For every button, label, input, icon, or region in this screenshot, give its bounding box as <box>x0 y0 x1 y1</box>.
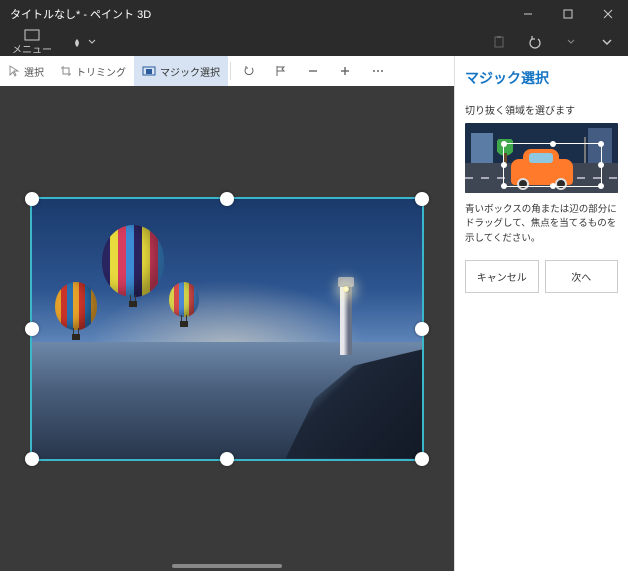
menu-label: メニュー <box>12 41 52 56</box>
close-button[interactable] <box>588 0 628 28</box>
chevron-down-large-icon <box>600 35 614 49</box>
left-column: 選択 トリミング マジック選択 <box>0 56 454 571</box>
crop-tool[interactable]: トリミング <box>52 56 134 86</box>
expand-button[interactable] <box>592 28 622 56</box>
bottom-scrollbar[interactable] <box>172 564 282 568</box>
clipboard-icon <box>492 35 506 49</box>
paste-button[interactable] <box>484 28 514 56</box>
cancel-button[interactable]: キャンセル <box>465 260 539 293</box>
chevron-down-icon <box>88 38 96 46</box>
rotate-button[interactable] <box>233 56 265 86</box>
rotate-icon <box>243 65 255 77</box>
next-button[interactable]: 次へ <box>545 260 619 293</box>
content-area: 選択 トリミング マジック選択 <box>0 56 628 571</box>
resize-handle-w[interactable] <box>25 322 39 336</box>
crop-icon <box>60 65 72 77</box>
window-title: タイトルなし* - ペイント 3D <box>0 6 508 22</box>
flip-button[interactable] <box>265 56 297 86</box>
side-panel: マジック選択 切り抜く領域を選びます 青いボックスの角または辺の部分にドラッグし… <box>454 56 628 571</box>
zoom-in-button[interactable] <box>329 56 361 86</box>
panel-description: 青いボックスの角または辺の部分にドラッグして、焦点を当てるものを示してください。 <box>465 203 618 246</box>
menu-icon <box>24 29 40 41</box>
zoom-out-button[interactable] <box>297 56 329 86</box>
resize-handle-sw[interactable] <box>25 452 39 466</box>
minus-icon <box>307 65 319 77</box>
plus-icon <box>339 65 351 77</box>
magic-select-label: マジック選択 <box>160 64 220 79</box>
resize-handle-se[interactable] <box>415 452 429 466</box>
select-tool[interactable]: 選択 <box>0 56 52 86</box>
resize-handle-s[interactable] <box>220 452 234 466</box>
secondary-toolbar: 選択 トリミング マジック選択 <box>0 56 454 86</box>
brush-menu[interactable] <box>64 35 102 49</box>
titlebar: タイトルなし* - ペイント 3D <box>0 0 628 28</box>
resize-handle-nw[interactable] <box>25 192 39 206</box>
panel-subtitle: 切り抜く領域を選びます <box>465 102 618 117</box>
resize-handle-n[interactable] <box>220 192 234 206</box>
crop-label: トリミング <box>76 64 126 79</box>
minimize-button[interactable] <box>508 0 548 28</box>
cursor-icon <box>8 65 20 77</box>
canvas-image[interactable] <box>32 199 422 459</box>
brush-icon <box>70 35 84 49</box>
app-window: タイトルなし* - ペイント 3D メニュー 選択 <box>0 0 628 571</box>
undo-button[interactable] <box>520 28 550 56</box>
photo-content <box>32 199 422 459</box>
resize-handle-ne[interactable] <box>415 192 429 206</box>
magic-select-tool[interactable]: マジック選択 <box>134 56 228 86</box>
maximize-button[interactable] <box>548 0 588 28</box>
more-button[interactable] <box>361 56 395 86</box>
select-label: 選択 <box>24 64 44 79</box>
history-dropdown[interactable] <box>556 28 586 56</box>
menubar: メニュー <box>0 28 628 56</box>
flag-icon <box>275 65 287 77</box>
menu-button[interactable]: メニュー <box>6 29 58 56</box>
panel-title: マジック選択 <box>465 68 618 88</box>
canvas-area[interactable] <box>0 86 454 571</box>
magic-select-icon <box>142 65 156 77</box>
ellipsis-icon <box>371 65 385 77</box>
undo-icon <box>528 35 542 49</box>
resize-handle-e[interactable] <box>415 322 429 336</box>
toolbar-divider <box>230 62 231 80</box>
panel-buttons: キャンセル 次へ <box>465 260 618 293</box>
chevron-down-icon <box>567 38 575 46</box>
panel-illustration <box>465 123 618 193</box>
